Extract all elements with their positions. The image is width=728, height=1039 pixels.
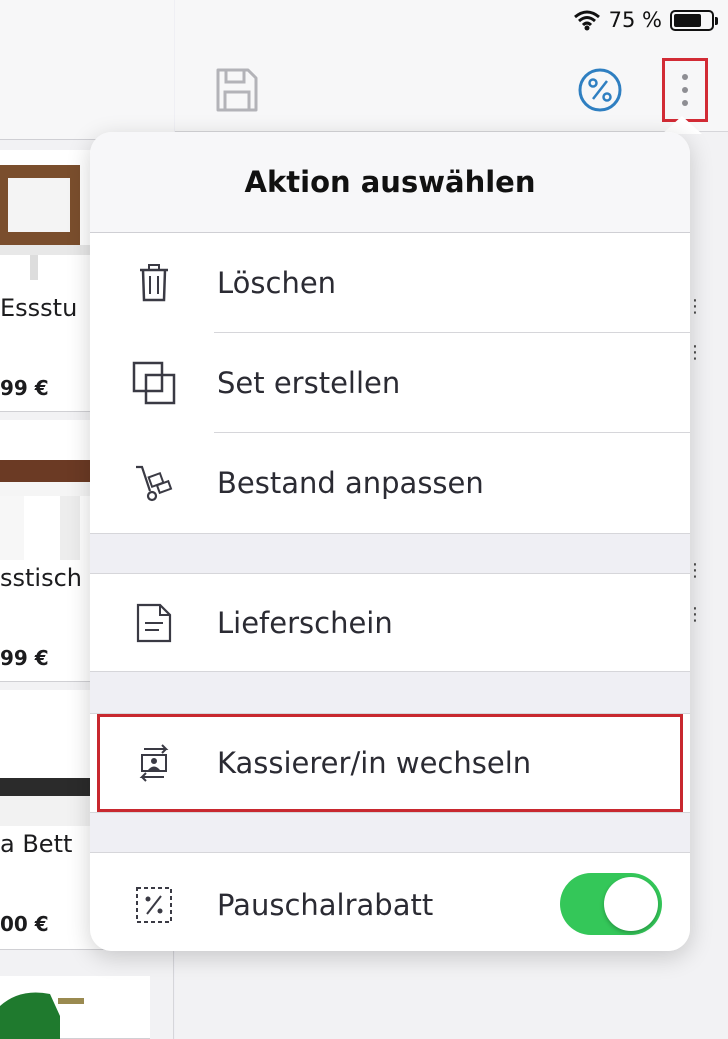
save-disk-icon[interactable] [212,66,260,114]
menu-item-label: Set erstellen [217,366,401,400]
section-separator [90,533,690,574]
product-name: sstisch [0,564,82,592]
menu-item-label: Bestand anpassen [217,466,484,500]
toggle-knob [604,877,658,931]
product-name: a Bett [0,830,73,858]
product-price: 99 € [0,646,49,670]
more-options-button[interactable] [662,58,708,122]
menu-item-adjust-stock[interactable]: Bestand anpassen [90,433,690,533]
dashed-percent-icon [130,881,178,929]
menu-item-delivery-note[interactable]: Lieferschein [90,574,690,671]
flat-discount-toggle[interactable] [560,873,662,935]
product-price: 00 € [0,912,49,936]
menu-item-label: Löschen [217,266,337,300]
trash-icon [130,259,178,307]
document-icon [130,599,178,647]
action-popover: Aktion auswählen Löschen Set erstellen B… [90,132,690,951]
battery-percent: 75 % [608,8,662,32]
product-image-table [0,420,90,560]
highlight-annotation [97,714,683,812]
menu-item-label: Lieferschein [217,605,393,640]
percent-circle-icon[interactable] [576,66,624,114]
menu-item-label: Pauschalrabatt [217,887,434,922]
overlapping-squares-icon [130,359,178,407]
status-bar: 75 % [573,4,718,36]
popover-title: Aktion auswählen [90,132,690,233]
product-image-lamp [0,976,90,1039]
left-toolbar [0,0,174,140]
product-price: 99 € [0,376,49,400]
product-image-chair [0,150,90,280]
vertical-ellipsis-icon [682,74,688,80]
menu-item-create-set[interactable]: Set erstellen [90,333,690,433]
product-card[interactable] [0,976,150,1039]
section-separator: Kassierer/in wechseln [90,671,690,853]
battery-icon [670,9,718,31]
product-image-bed [0,690,90,830]
wifi-icon [573,10,600,31]
product-name: Essstu [0,294,78,322]
menu-item-flat-discount[interactable]: Pauschalrabatt [90,853,690,951]
menu-item-delete[interactable]: Löschen [90,233,690,333]
hand-truck-icon [130,459,178,507]
